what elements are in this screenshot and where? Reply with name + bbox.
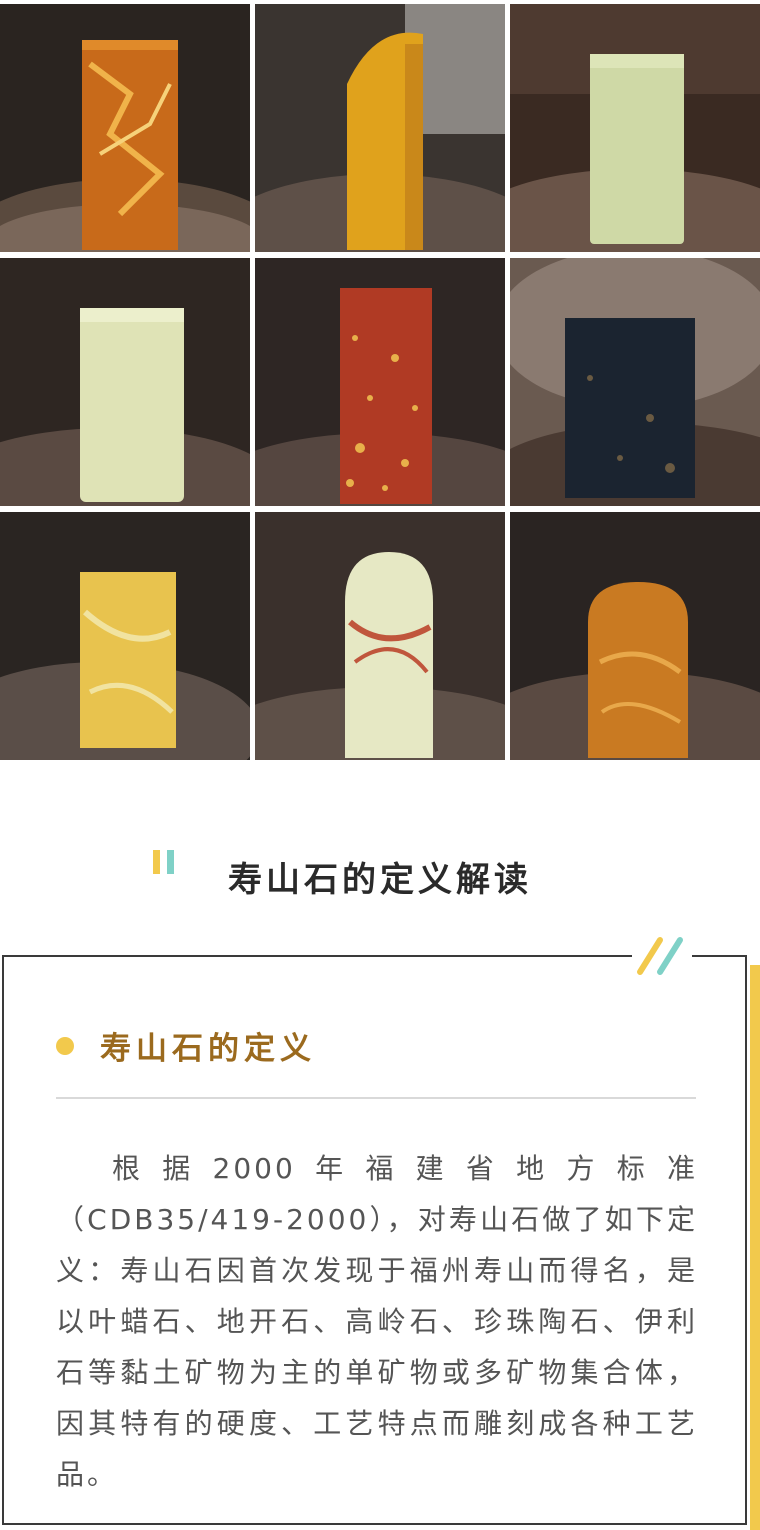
section-heading: 寿山石的定义解读	[0, 850, 760, 910]
pale-green-stone-image	[510, 4, 760, 252]
stone-photo-5	[255, 258, 505, 506]
yellow-amber-stone-image	[255, 4, 505, 252]
stone-photo-7	[0, 512, 250, 760]
double-slash-icon	[632, 934, 692, 978]
stone-photo-4	[0, 258, 250, 506]
bullet-dot-icon	[56, 1036, 74, 1055]
red-speckled-stone-image	[255, 258, 505, 506]
stone-photo-3	[510, 4, 760, 252]
yellow-marbled-stone-image	[0, 512, 250, 760]
stone-photo-2	[255, 4, 505, 252]
stone-gallery	[0, 0, 760, 764]
stone-photo-8	[255, 512, 505, 760]
page-title: 寿山石的定义解读	[228, 860, 532, 900]
white-red-veined-stone-image	[255, 512, 505, 760]
golden-brown-stone-image	[510, 512, 760, 760]
stone-photo-6	[510, 258, 760, 506]
card-subtitle: 寿山石的定义	[100, 1031, 316, 1067]
stone-photo-9	[510, 512, 760, 760]
orange-red-veined-stone-image	[0, 4, 250, 252]
divider	[56, 1097, 696, 1099]
definition-paragraph: 根据2000年福建省地方标准（CDB35/419-2000），对寿山石做了如下定…	[56, 1152, 698, 1491]
card-accent-bar	[750, 965, 760, 1530]
card-subheading: 寿山石的定义	[56, 1023, 316, 1068]
definition-card: 寿山石的定义 根据2000年福建省地方标准（CDB35/419-2000），对寿…	[2, 955, 747, 1525]
black-speckled-stone-image	[510, 258, 760, 506]
pale-yellow-green-stone-image	[0, 258, 250, 506]
stone-photo-1	[0, 4, 250, 252]
quote-mark-icon	[153, 850, 174, 874]
